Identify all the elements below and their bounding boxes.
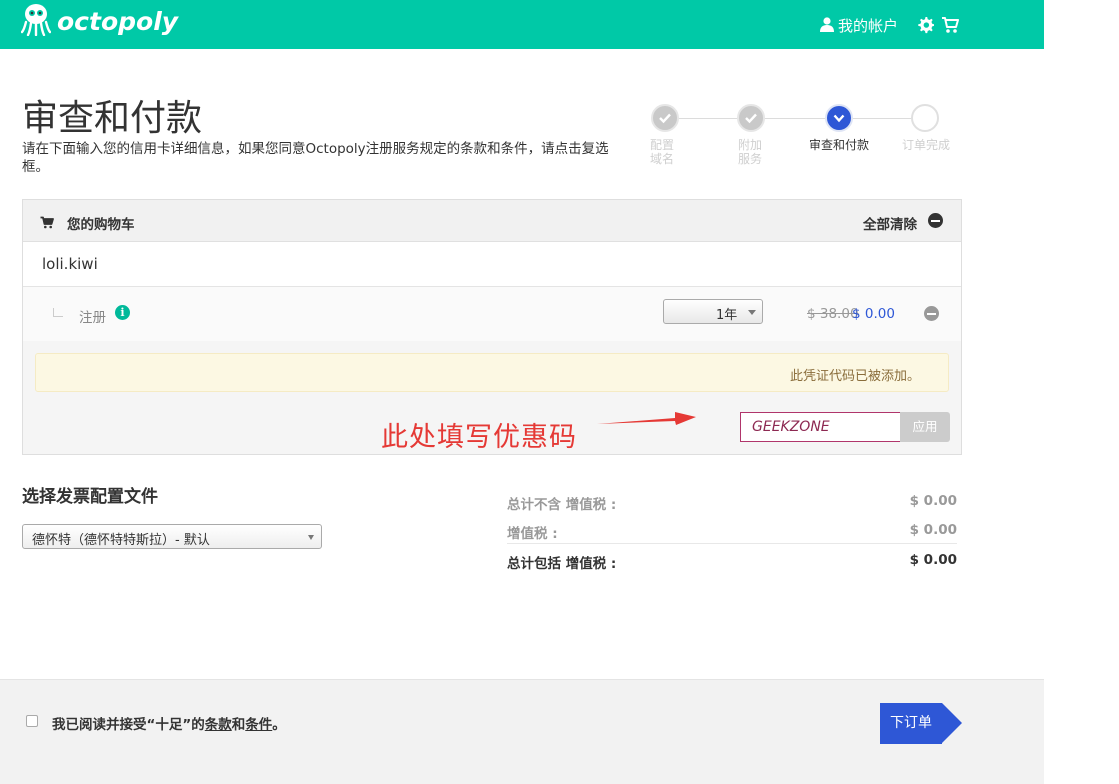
step-4-circle	[911, 104, 939, 132]
terms-link[interactable]: 条款	[205, 717, 232, 733]
subtotal-row: 总计不含 增值税 : $ 0.00	[507, 486, 957, 515]
annotation-arrow-icon	[595, 408, 699, 432]
total-row: 总计包括 增值税 : $ 0.00	[507, 543, 957, 572]
step-1-circle	[651, 104, 679, 132]
invoice-profile-title: 选择发票配置文件	[22, 487, 158, 507]
progress-steps-line	[665, 118, 927, 119]
cart-header: 您的购物车 全部清除	[23, 200, 961, 242]
gear-icon[interactable]	[917, 17, 934, 38]
checkmark-icon	[659, 113, 671, 124]
tax-row: 增值税 : $ 0.00	[507, 515, 957, 544]
clear-all-minus-icon[interactable]	[928, 213, 943, 228]
domain-name: loli.kiwi	[42, 255, 98, 273]
tree-branch-icon	[53, 308, 63, 317]
total-label: 总计包括 增值税 :	[507, 556, 617, 572]
promo-notice-text: 此凭证代码已被添加。	[789, 369, 920, 384]
logo[interactable]: octopoly	[20, 2, 179, 40]
user-icon	[819, 16, 835, 36]
dropdown-arrow-icon	[748, 310, 756, 315]
place-order-label: 下订单	[880, 703, 942, 744]
step-2-label: 附加 服务	[738, 138, 763, 166]
checkout-footer: 我已阅读并接受“十足”的条款和条件。 下订单	[0, 679, 1044, 784]
remove-item-minus-icon[interactable]	[924, 306, 939, 321]
tax-label: 增值税 :	[507, 526, 558, 542]
step-1-label: 配置 域名	[650, 138, 675, 166]
total-value: $ 0.00	[909, 552, 957, 568]
cart-item-row: 注册 i 1年 $ 38.00 $ 0.00	[23, 287, 961, 341]
clear-all-link[interactable]: 全部清除	[863, 213, 917, 233]
step-3-circle	[825, 104, 853, 132]
cart-title: 您的购物车	[67, 217, 135, 233]
info-icon[interactable]: i	[115, 305, 130, 320]
subtotal-value: $ 0.00	[909, 493, 957, 509]
octopus-logo-icon	[20, 2, 52, 40]
subtotal-label: 总计不含 增值税 :	[507, 497, 617, 513]
page-description: 请在下面输入您的信用卡详细信息，如果您同意Octopoly注册服务规定的条款和条…	[22, 141, 609, 175]
shopping-cart-icon[interactable]	[941, 16, 959, 38]
cart-panel: 您的购物车 全部清除 loli.kiwi 注册 i 1年 $ 38.00 $ 0…	[22, 199, 962, 455]
page-title: 审查和付款	[22, 98, 203, 139]
place-order-button[interactable]: 下订单	[880, 703, 962, 744]
cart-domain-row: loli.kiwi	[23, 242, 961, 287]
apply-promo-button[interactable]: 应用	[900, 412, 950, 442]
conditions-link[interactable]: 条件	[245, 717, 272, 733]
tos-text: 我已阅读并接受“十足”的条款和条件。	[52, 717, 286, 733]
shopping-cart-icon	[40, 214, 54, 233]
account-label: 我的帐户	[838, 17, 899, 35]
promo-code-input[interactable]: GEEKZONE	[740, 412, 901, 442]
discounted-price: $ 0.00	[852, 306, 895, 322]
chevron-down-icon	[833, 114, 845, 123]
item-label: 注册	[79, 310, 106, 326]
account-link[interactable]: 我的帐户	[819, 15, 898, 36]
step-2-circle	[737, 104, 765, 132]
tax-value: $ 0.00	[909, 522, 957, 538]
step-4-label: 订单完成	[901, 138, 950, 152]
original-price: $ 38.00	[807, 306, 859, 322]
checkmark-icon	[745, 113, 757, 124]
tos-checkbox[interactable]	[26, 715, 38, 727]
step-3-label: 审查和付款	[808, 138, 869, 152]
period-value: 1年	[716, 308, 738, 323]
dropdown-arrow-icon	[308, 535, 314, 540]
period-select[interactable]: 1年	[663, 299, 763, 324]
invoice-profile-value: 德怀特（德怀特特斯拉）- 默认	[32, 533, 210, 548]
top-navbar: octopoly 我的帐户	[0, 0, 1044, 49]
button-arrow-tip	[942, 703, 962, 743]
promo-annotation-text: 此处填写优惠码	[381, 422, 577, 453]
logo-text: octopoly	[57, 6, 179, 36]
invoice-profile-select[interactable]: 德怀特（德怀特特斯拉）- 默认	[22, 524, 322, 549]
promo-notice: 此凭证代码已被添加。	[35, 353, 949, 392]
